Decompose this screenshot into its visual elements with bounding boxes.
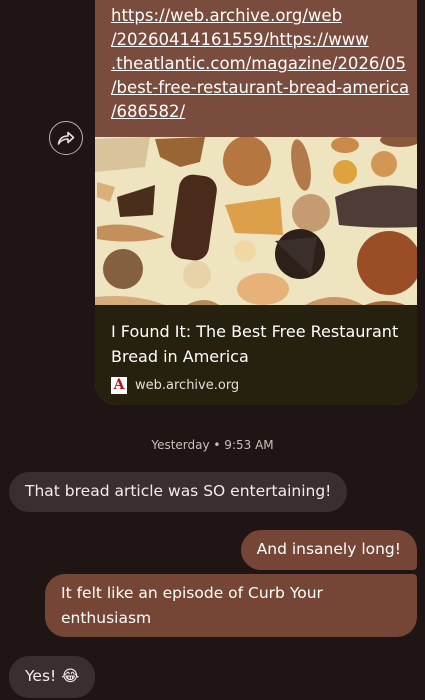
- site-favicon: A: [111, 376, 127, 394]
- message-bubble-incoming[interactable]: Yes! 😂: [9, 656, 96, 698]
- preview-source: A web.archive.org: [111, 375, 239, 395]
- url-line[interactable]: /best-free-restaurant-bread-america: [111, 76, 411, 100]
- message-bubble-outgoing[interactable]: It felt like an episode of Curb Your ent…: [45, 574, 417, 637]
- share-forward-button[interactable]: [49, 121, 83, 155]
- share-forward-icon: [57, 131, 75, 145]
- source-domain: web.archive.org: [135, 377, 240, 393]
- message-bubble-incoming[interactable]: That bread article was SO entertaining!: [9, 472, 348, 512]
- url-line[interactable]: https://web.archive.org/web: [111, 4, 411, 28]
- url-line[interactable]: .theatlantic.com/magazine/2026/05: [111, 52, 411, 76]
- preview-title[interactable]: I Found It: The Best Free Restaurant Bre…: [111, 319, 407, 369]
- message-bubble-outgoing[interactable]: And insanely long!: [240, 530, 417, 570]
- bread-preview-image: [95, 137, 417, 305]
- url-line[interactable]: /686582/: [111, 100, 411, 124]
- url-line[interactable]: /20260414161559/https://www: [111, 28, 411, 52]
- link-message-bubble[interactable]: https://web.archive.org/web /20260414161…: [95, 0, 417, 405]
- link-preview-card[interactable]: I Found It: The Best Free Restaurant Bre…: [95, 137, 417, 405]
- message-timestamp: Yesterday • 9:53 AM: [151, 438, 274, 452]
- link-url[interactable]: https://web.archive.org/web /20260414161…: [111, 4, 411, 124]
